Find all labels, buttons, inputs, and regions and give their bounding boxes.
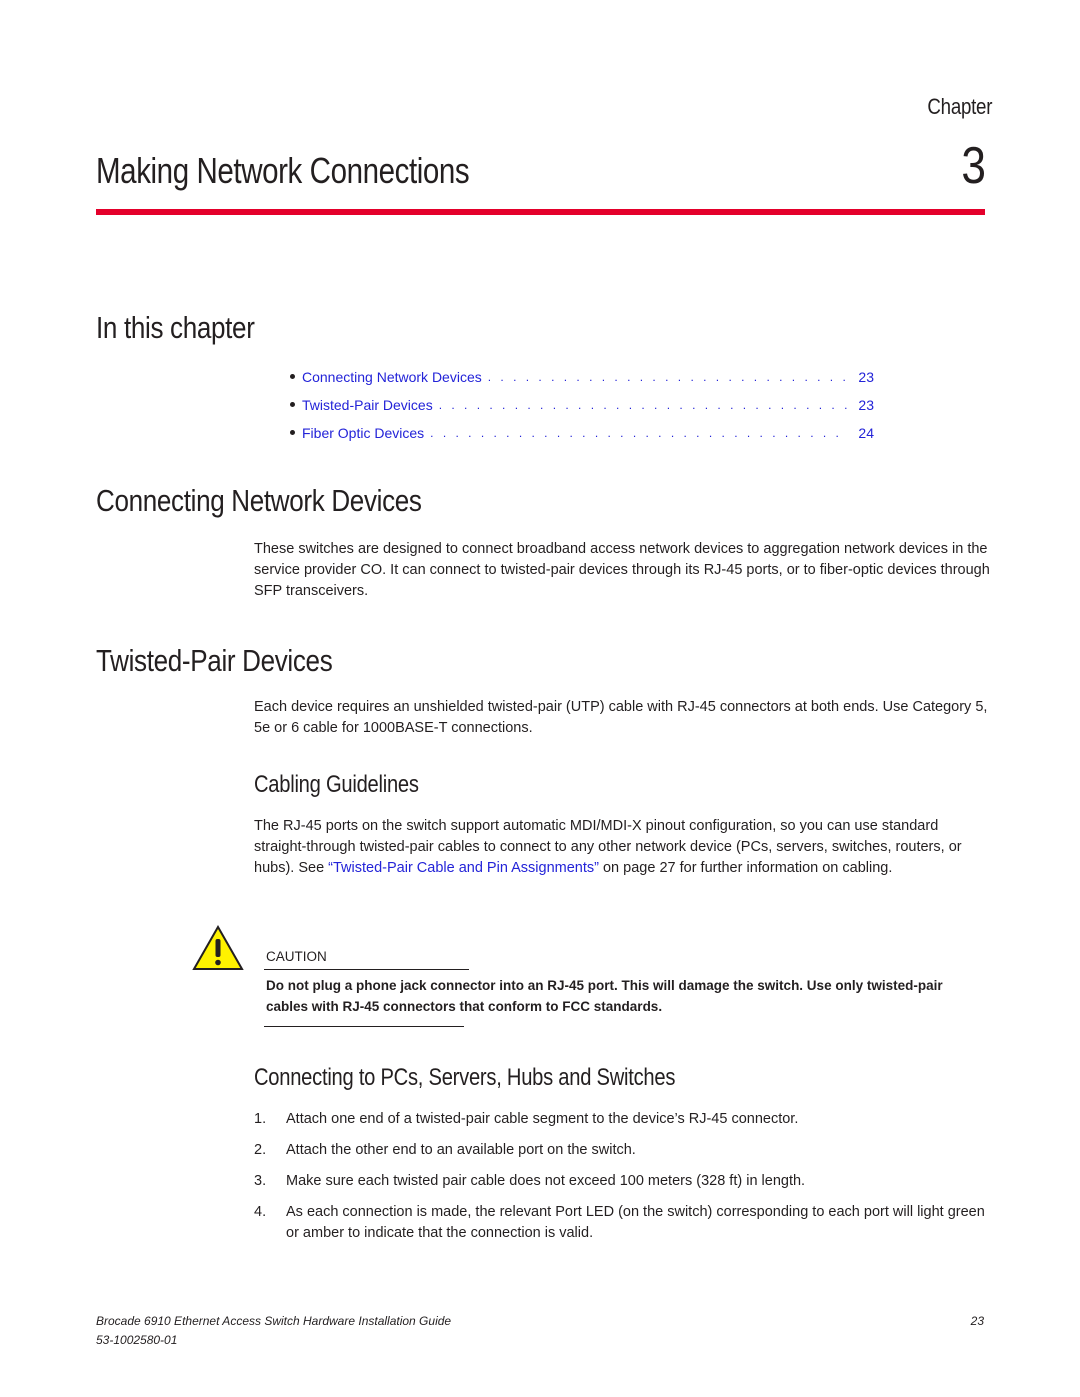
toc-leader-dots: [488, 370, 848, 384]
twisted-pair-heading: Twisted-Pair Devices: [96, 643, 333, 678]
step-item: 4. As each connection is made, the relev…: [254, 1202, 994, 1244]
in-this-chapter-heading: In this chapter: [96, 310, 255, 345]
toc-item-page[interactable]: 23: [854, 397, 874, 413]
toc-item-title[interactable]: Connecting Network Devices: [302, 369, 482, 385]
step-text: Attach one end of a twisted-pair cable s…: [286, 1111, 799, 1127]
caution-label: CAUTION: [266, 949, 327, 964]
chapter-toc: Connecting Network Devices 23 Twisted-Pa…: [290, 363, 874, 447]
caution-bottom-rule: [264, 1026, 464, 1027]
footer-title: Brocade 6910 Ethernet Access Switch Hard…: [96, 1314, 452, 1328]
step-number: 1.: [254, 1111, 267, 1127]
toc-item[interactable]: Twisted-Pair Devices 23: [290, 391, 874, 419]
bullet-icon: [290, 373, 295, 379]
step-item: 3. Make sure each twisted pair cable doe…: [254, 1171, 994, 1192]
toc-item-page[interactable]: 24: [854, 425, 874, 441]
cabling-guidelines-heading: Cabling Guidelines: [254, 771, 419, 798]
chapter-rule: [96, 209, 985, 215]
footer-page-number: 23: [970, 1314, 984, 1328]
connecting-network-devices-heading: Connecting Network Devices: [96, 483, 422, 518]
chapter-title: Making Network Connections: [96, 150, 470, 191]
twisted-pair-body: Each device requires an unshielded twist…: [254, 699, 988, 736]
cabling-guidelines-body: The RJ-45 ports on the switch support au…: [254, 816, 994, 879]
chapter-label: Chapter: [927, 94, 992, 119]
toc-item-page[interactable]: 23: [854, 369, 874, 385]
toc-item[interactable]: Connecting Network Devices 23: [290, 363, 874, 391]
pin-assignments-link[interactable]: “Twisted-Pair Cable and Pin Assignments”: [328, 860, 599, 876]
toc-item-title[interactable]: Twisted-Pair Devices: [302, 397, 433, 413]
connecting-pcs-heading: Connecting to PCs, Servers, Hubs and Swi…: [254, 1064, 676, 1091]
step-number: 2.: [254, 1142, 267, 1158]
step-number: 4.: [254, 1204, 267, 1220]
chapter-number: 3: [961, 137, 986, 195]
toc-leader-dots: [439, 398, 848, 412]
step-text: Make sure each twisted pair cable does n…: [286, 1173, 806, 1189]
cabling-body-text-end: on page 27 for further information on ca…: [598, 860, 893, 876]
footer-doc-number: 53-1002580-01: [96, 1333, 178, 1347]
steps-list: 1. Attach one end of a twisted-pair cabl…: [254, 1109, 994, 1254]
step-text: As each connection is made, the relevant…: [286, 1204, 985, 1241]
toc-item-title[interactable]: Fiber Optic Devices: [302, 425, 424, 441]
caution-text: Do not plug a phone jack connector into …: [266, 978, 943, 1014]
bullet-icon: [290, 401, 295, 407]
caution-top-rule: [264, 969, 469, 970]
step-number: 3.: [254, 1173, 267, 1189]
toc-leader-dots: [430, 426, 848, 440]
step-item: 2. Attach the other end to an available …: [254, 1140, 994, 1161]
step-item: 1. Attach one end of a twisted-pair cabl…: [254, 1109, 994, 1130]
warning-triangle-icon: [192, 925, 244, 970]
toc-item[interactable]: Fiber Optic Devices 24: [290, 419, 874, 447]
step-text: Attach the other end to an available por…: [286, 1142, 636, 1158]
bullet-icon: [290, 429, 295, 435]
connecting-network-devices-body: These switches are designed to connect b…: [254, 541, 990, 599]
